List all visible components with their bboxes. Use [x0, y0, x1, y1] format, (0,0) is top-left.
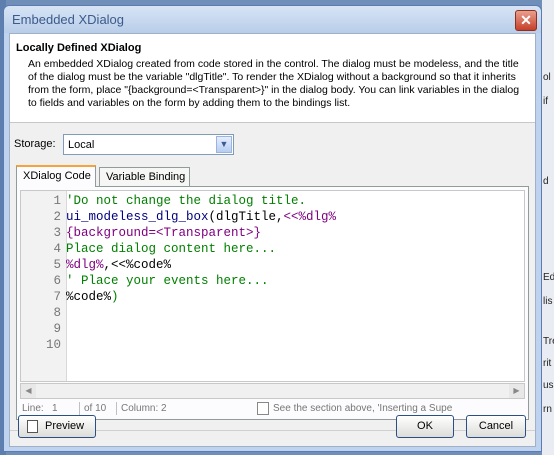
background-fragment: d [543, 176, 549, 187]
code-token: 'Do not change the dialog title. [66, 194, 307, 208]
code-text: %dlg%,<<%code% [66, 257, 171, 273]
preview-document-icon [27, 420, 38, 433]
code-text: %code%) [66, 289, 119, 305]
tab-label: XDialog Code [23, 170, 91, 182]
code-text: Place dialog content here... [66, 241, 276, 257]
preview-button-label: Preview [45, 420, 85, 432]
code-token: Place dialog content here... [66, 242, 277, 256]
code-editor[interactable]: 1 'Do not change the dialog title. 2 ui_mod… [20, 190, 525, 382]
code-token: , [103, 258, 112, 272]
status-hint: See the section above, 'Inserting a Supe [273, 403, 453, 414]
background-fragment: Tre [543, 336, 554, 347]
header-description: An embedded XDialog created from code st… [28, 58, 520, 109]
document-icon [257, 402, 269, 415]
line-number: 5 [53, 258, 61, 272]
code-line: 10 [21, 337, 524, 353]
close-button[interactable]: ✕ [515, 10, 537, 31]
column-label: Column: [121, 403, 159, 414]
horizontal-scrollbar[interactable]: ◀ ▶ [20, 383, 525, 399]
column-value: 2 [161, 403, 167, 414]
close-icon: ✕ [520, 12, 532, 28]
code-line: 8 [21, 305, 524, 321]
tab-panel-xdialog-code: 1 'Do not change the dialog title. 2 ui_mod… [16, 186, 529, 420]
code-text: 'Do not change the dialog title. [66, 193, 306, 209]
line-number: 1 [53, 194, 61, 208]
code-token: {background=<Transparent>} [66, 226, 262, 240]
cancel-button-label: Cancel [478, 420, 514, 432]
line-number: 9 [53, 322, 61, 336]
dialog-header: Locally Defined XDialog An embedded XDia… [10, 34, 535, 123]
code-token: %dlg% [66, 258, 104, 272]
storage-label: Storage: [14, 138, 56, 150]
code-line: 1 'Do not change the dialog title. [21, 193, 524, 209]
line-number: 6 [53, 274, 61, 288]
title-bar[interactable]: Embedded XDialog ✕ [4, 6, 541, 33]
code-token: %code% [66, 290, 112, 304]
code-line: 7 %code%) [21, 289, 524, 305]
background-fragment: rn [543, 404, 552, 415]
storage-value: Local [68, 139, 95, 151]
background-window-right: ol if d Ed lis Tre rit us rn [542, 0, 554, 455]
code-token: ' Place your events here... [66, 274, 269, 288]
code-text: {background=<Transparent>} [66, 225, 261, 241]
background-fragment: ol [543, 72, 551, 83]
code-token: ui_modeless_dlg_box [66, 210, 209, 224]
code-line: 5 %dlg%,<<%code% [21, 257, 524, 273]
code-text: ui_modeless_dlg_box(dlgTitle,<<%dlg% [66, 209, 336, 225]
code-token: <<%dlg% [283, 210, 337, 224]
tab-variable-binding[interactable]: Variable Binding [99, 167, 190, 186]
ok-button-label: OK [417, 420, 433, 432]
scroll-left-icon[interactable]: ◀ [21, 384, 36, 398]
line-total: of 10 [84, 403, 107, 414]
scroll-right-icon[interactable]: ▶ [509, 384, 524, 398]
preview-button[interactable]: Preview [18, 415, 96, 438]
line-number: 3 [53, 226, 61, 240]
line-number: 7 [53, 290, 61, 304]
code-line: 3 {background=<Transparent>} [21, 225, 524, 241]
cancel-button[interactable]: Cancel [466, 415, 526, 438]
background-fragment: rit [543, 358, 552, 369]
background-fragment: lis [543, 296, 553, 307]
background-fragment: us [543, 380, 554, 391]
storage-dropdown[interactable]: Local ▼ [63, 134, 234, 155]
code-line: 6 ' Place your events here... [21, 273, 524, 289]
line-value: 1 [52, 403, 58, 414]
line-number: 10 [45, 338, 61, 352]
window-title: Embedded XDialog [12, 12, 125, 27]
line-label: Line: [22, 403, 44, 414]
code-line: 2 ui_modeless_dlg_box(dlgTitle,<<%dlg% [21, 209, 524, 225]
line-number: 4 [53, 242, 61, 256]
status-divider [79, 402, 80, 415]
background-fragment: if [543, 96, 548, 107]
tab-label: Variable Binding [106, 171, 186, 183]
code-text: ' Place your events here... [66, 273, 269, 289]
code-line: 4 Place dialog content here... [21, 241, 524, 257]
header-title: Locally Defined XDialog [16, 42, 142, 54]
code-line: 9 [21, 321, 524, 337]
embedded-xdialog-window: Embedded XDialog ✕ Locally Defined XDial… [3, 5, 542, 452]
code-token: <<%code% [111, 258, 172, 272]
status-divider [116, 402, 117, 415]
code-token: ) [111, 290, 119, 304]
line-number: 8 [53, 306, 61, 320]
background-fragment: Ed [543, 272, 554, 283]
chevron-down-icon[interactable]: ▼ [216, 136, 232, 153]
ok-button[interactable]: OK [396, 415, 454, 438]
code-token: (dlgTitle, [208, 210, 284, 224]
line-number: 2 [53, 210, 61, 224]
tab-xdialog-code[interactable]: XDialog Code [16, 165, 96, 187]
dialog-body: Locally Defined XDialog An embedded XDia… [9, 33, 536, 447]
